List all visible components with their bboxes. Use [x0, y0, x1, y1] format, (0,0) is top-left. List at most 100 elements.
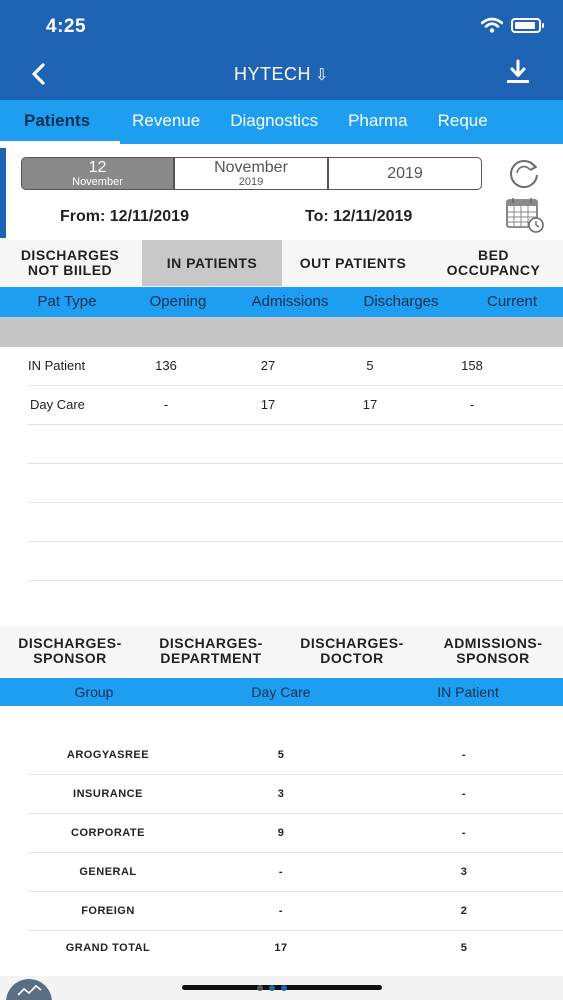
table-row[interactable]: AROGYASREE 5 -: [28, 736, 563, 775]
wifi-icon: [481, 17, 503, 33]
status-time: 4:25: [46, 16, 87, 37]
grand-total-row: GRAND TOTAL 17 5: [28, 941, 563, 955]
cell-day-care: 3: [277, 788, 285, 800]
page-title: HYTECH ⇩: [0, 64, 563, 85]
subtab-bed-occupancy[interactable]: BED OCCUPANCY: [424, 240, 563, 286]
subtab-label: DISCHARGES- SPONSOR: [18, 635, 122, 666]
table-row[interactable]: Day Care - 17 17 -: [28, 386, 563, 425]
cell-day-care: 17: [274, 942, 288, 954]
download-button[interactable]: [503, 58, 533, 88]
empty-row: [28, 464, 563, 503]
cell-group: GENERAL: [79, 866, 137, 878]
from-date: From: 12/11/2019: [60, 208, 189, 225]
column-header: Group: [74, 684, 114, 700]
column-header: IN Patient: [437, 684, 499, 700]
chart-button[interactable]: [6, 979, 52, 1000]
subtab-discharges-department[interactable]: DISCHARGES- DEPARTMENT: [141, 626, 281, 676]
subtab-discharges-doctor[interactable]: DISCHARGES- DOCTOR: [282, 626, 422, 676]
year-value: 2019: [387, 165, 423, 182]
cell-group: AROGYASREE: [66, 749, 150, 761]
subtab-out-patients[interactable]: OUT PATIENTS: [283, 240, 423, 286]
status-icons: [481, 17, 544, 33]
inpatients-table-header: Pat Type Opening Admissions Discharges C…: [0, 287, 563, 317]
table-row[interactable]: INSURANCE 3 -: [28, 775, 563, 814]
tab-pharma[interactable]: Pharma: [330, 100, 420, 144]
patient-subtabs: DISCHARGES NOT BIILED IN PATIENTS OUT PA…: [0, 240, 563, 286]
tab-requests[interactable]: Reque: [420, 100, 500, 144]
cell-day-care: -: [278, 866, 284, 878]
battery-icon: [511, 17, 544, 33]
table-row[interactable]: FOREIGN - 2: [28, 892, 563, 931]
cell-in-patient: -: [461, 749, 467, 761]
module-tabs: Patients Revenue Diagnostics Pharma Requ…: [0, 100, 563, 144]
cell-in-patient: -: [461, 788, 467, 800]
page-indicator: [257, 985, 287, 991]
cell-day-care: -: [278, 905, 284, 917]
chart-icon: [17, 984, 42, 996]
month-segment[interactable]: November 2019: [174, 157, 328, 190]
table-subheader-band: [0, 317, 563, 347]
column-header: Admissions: [251, 293, 329, 310]
table-row[interactable]: CORPORATE 9 -: [28, 814, 563, 853]
left-accent-strip: [0, 148, 6, 238]
table-row[interactable]: GENERAL - 3: [28, 853, 563, 892]
calendar-icon[interactable]: [505, 196, 545, 234]
cell-day-care: 5: [277, 749, 285, 761]
page-dot: [281, 985, 287, 991]
subtab-label: ADMISSIONS- SPONSOR: [443, 635, 543, 666]
discharge-subtabs: DISCHARGES- SPONSOR DISCHARGES- DEPARTME…: [0, 626, 563, 676]
empty-row: [28, 542, 563, 581]
empty-row: [28, 503, 563, 542]
day-segment[interactable]: 12 November: [21, 157, 174, 190]
page-dot: [257, 985, 263, 991]
subtab-discharges-sponsor[interactable]: DISCHARGES- SPONSOR: [0, 626, 140, 676]
cell-discharges: 5: [366, 358, 374, 373]
cell-pat-type: Day Care: [30, 397, 85, 412]
cell-group: CORPORATE: [71, 827, 145, 839]
subtab-label: DISCHARGES- DEPARTMENT: [159, 635, 263, 666]
cell-group: INSURANCE: [73, 788, 143, 800]
cell-opening: 136: [155, 358, 177, 373]
column-header: Pat Type: [37, 293, 97, 310]
subtab-label: DISCHARGES- DOCTOR: [300, 635, 404, 666]
day-month-value: November: [72, 176, 123, 188]
day-value: 12: [88, 159, 107, 176]
cell-pat-type: IN Patient: [28, 358, 86, 373]
cell-admissions: 27: [260, 358, 276, 373]
tab-diagnostics[interactable]: Diagnostics: [212, 100, 330, 144]
column-header: Day Care: [251, 684, 311, 700]
subtab-label: IN PATIENTS: [166, 254, 258, 271]
sponsor-table-header: Group Day Care IN Patient: [0, 678, 563, 706]
month-year-value: 2019: [238, 176, 264, 188]
column-header: Opening: [149, 293, 207, 310]
column-header: Discharges: [363, 293, 439, 310]
to-date: To: 12/11/2019: [305, 208, 413, 225]
cell-admissions: 17: [260, 397, 276, 412]
subtab-discharges-not-billed[interactable]: DISCHARGES NOT BIILED: [0, 240, 140, 286]
empty-row: [28, 425, 563, 464]
subtab-in-patients[interactable]: IN PATIENTS: [142, 240, 282, 286]
title-arrow-icon: ⇩: [315, 67, 329, 84]
table-row[interactable]: IN Patient 136 27 5 158: [28, 347, 563, 386]
subtab-admissions-sponsor[interactable]: ADMISSIONS- SPONSOR: [423, 626, 563, 676]
cell-in-patient: 3: [460, 866, 468, 878]
cell-in-patient: 5: [460, 942, 468, 954]
subtab-label: OUT PATIENTS: [299, 254, 407, 271]
cell-discharges: 17: [362, 397, 378, 412]
subtab-label: BED OCCUPANCY: [446, 247, 541, 278]
cell-current: 158: [461, 358, 483, 373]
cell-in-patient: 2: [460, 905, 468, 917]
refresh-icon[interactable]: [505, 154, 543, 192]
column-header: Current: [486, 293, 538, 310]
cell-group: FOREIGN: [81, 905, 135, 917]
cell-current: -: [469, 397, 475, 412]
page-dot: [269, 985, 275, 991]
page-title-text: HYTECH: [234, 64, 312, 84]
subtab-label: DISCHARGES NOT BIILED: [20, 247, 120, 278]
cell-day-care: 9: [277, 827, 285, 839]
tab-patients[interactable]: Patients: [0, 100, 121, 144]
date-selector: 12 November November 2019 2019 From: 12/…: [0, 144, 563, 240]
year-segment[interactable]: 2019: [328, 157, 482, 190]
top-bar: 4:25 HYTECH ⇩: [0, 0, 563, 100]
tab-revenue[interactable]: Revenue: [120, 100, 212, 144]
